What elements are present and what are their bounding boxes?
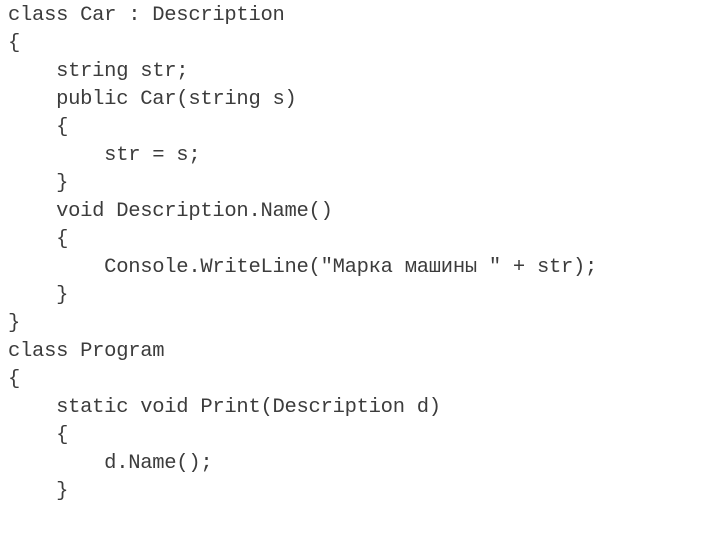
code-line: {	[8, 368, 21, 391]
code-line: {	[8, 116, 69, 139]
code-line: {	[8, 32, 21, 55]
code-listing: class Car : Description { string str; pub…	[8, 2, 597, 506]
code-line: {	[8, 228, 69, 251]
code-line: class Program	[8, 340, 165, 363]
code-line: void Description.Name()	[8, 200, 333, 223]
code-line: public Car(string s)	[8, 88, 297, 111]
code-line: string str;	[8, 60, 189, 83]
code-line: }	[8, 284, 69, 307]
code-line: d.Name();	[8, 452, 213, 475]
code-line: class Car : Description	[8, 4, 285, 27]
code-line: str = s;	[8, 144, 201, 167]
code-line: }	[8, 312, 21, 335]
code-line: static void Print(Description d)	[8, 396, 441, 419]
code-line: }	[8, 172, 69, 195]
code-line: Console.WriteLine("Марка машины " + str)…	[8, 256, 598, 279]
code-slide: class Car : Description { string str; pub…	[0, 0, 720, 540]
code-line: }	[8, 480, 69, 503]
code-line: {	[8, 424, 69, 447]
